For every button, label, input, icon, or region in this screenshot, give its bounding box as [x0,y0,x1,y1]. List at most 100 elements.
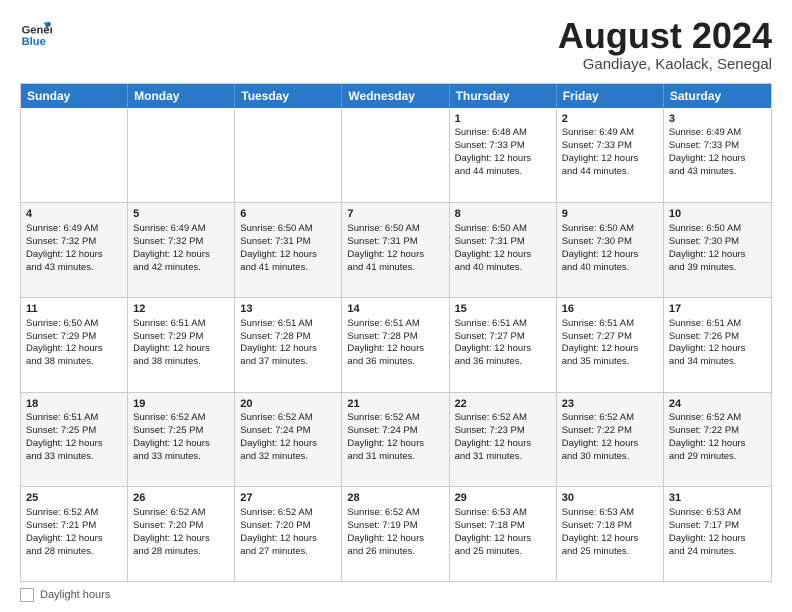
day-info: Sunrise: 6:52 AM [347,412,443,425]
day-info: Sunset: 7:22 PM [562,425,658,438]
day-info: Daylight: 12 hours [562,249,658,262]
day-info: Sunset: 7:27 PM [455,331,551,344]
day-info: Sunrise: 6:52 AM [562,412,658,425]
day-info: Daylight: 12 hours [669,438,766,451]
day-info: Daylight: 12 hours [669,153,766,166]
day-number: 10 [669,207,766,222]
day-info: Daylight: 12 hours [562,533,658,546]
day-info: Daylight: 12 hours [669,533,766,546]
day-info: and 36 minutes. [347,356,443,369]
day-info: Sunset: 7:31 PM [347,236,443,249]
day-info: Sunrise: 6:52 AM [133,412,229,425]
day-info: Sunrise: 6:48 AM [455,127,551,140]
day-info: Sunrise: 6:51 AM [669,318,766,331]
day-info: and 28 minutes. [26,546,122,559]
day-info: and 33 minutes. [26,451,122,464]
day-info: and 40 minutes. [455,262,551,275]
day-info: Sunrise: 6:49 AM [562,127,658,140]
day-info: Daylight: 12 hours [562,438,658,451]
day-info: Daylight: 12 hours [562,343,658,356]
day-info: Daylight: 12 hours [669,249,766,262]
table-row: 17Sunrise: 6:51 AMSunset: 7:26 PMDayligh… [664,298,771,392]
day-info: Sunset: 7:30 PM [562,236,658,249]
day-info: and 38 minutes. [133,356,229,369]
day-info: Sunset: 7:20 PM [240,520,336,533]
table-row: 12Sunrise: 6:51 AMSunset: 7:29 PMDayligh… [128,298,235,392]
day-number: 1 [455,112,551,127]
day-number: 21 [347,397,443,412]
calendar-week-3: 11Sunrise: 6:50 AMSunset: 7:29 PMDayligh… [21,297,771,392]
day-info: Sunrise: 6:50 AM [455,223,551,236]
logo: General Blue [20,16,52,48]
day-number: 31 [669,491,766,506]
calendar-body: 1Sunrise: 6:48 AMSunset: 7:33 PMDaylight… [21,108,771,581]
day-info: Daylight: 12 hours [26,438,122,451]
day-info: and 34 minutes. [669,356,766,369]
table-row: 26Sunrise: 6:52 AMSunset: 7:20 PMDayligh… [128,487,235,581]
table-row: 23Sunrise: 6:52 AMSunset: 7:22 PMDayligh… [557,393,664,487]
day-number: 9 [562,207,658,222]
table-row: 30Sunrise: 6:53 AMSunset: 7:18 PMDayligh… [557,487,664,581]
day-info: Sunset: 7:33 PM [669,140,766,153]
day-info: Sunrise: 6:53 AM [669,507,766,520]
day-number: 13 [240,302,336,317]
day-info: and 44 minutes. [455,166,551,179]
day-info: Sunrise: 6:52 AM [240,507,336,520]
page-title: August 2024 [558,16,772,56]
day-info: Sunset: 7:29 PM [26,331,122,344]
footer: Daylight hours [20,588,772,602]
day-info: Daylight: 12 hours [133,249,229,262]
day-info: and 25 minutes. [455,546,551,559]
cal-header-tuesday: Tuesday [235,84,342,108]
calendar-week-4: 18Sunrise: 6:51 AMSunset: 7:25 PMDayligh… [21,392,771,487]
page-subtitle: Gandiaye, Kaolack, Senegal [558,56,772,73]
svg-text:Blue: Blue [22,36,46,48]
day-info: Sunrise: 6:51 AM [347,318,443,331]
cal-header-wednesday: Wednesday [342,84,449,108]
day-number: 18 [26,397,122,412]
day-number: 28 [347,491,443,506]
day-info: Daylight: 12 hours [240,533,336,546]
page: General Blue August 2024 Gandiaye, Kaola… [0,0,792,612]
header: General Blue August 2024 Gandiaye, Kaola… [20,16,772,73]
day-info: Sunrise: 6:52 AM [669,412,766,425]
day-info: Sunrise: 6:51 AM [455,318,551,331]
day-number: 30 [562,491,658,506]
calendar-header: SundayMondayTuesdayWednesdayThursdayFrid… [21,84,771,108]
day-info: and 36 minutes. [455,356,551,369]
calendar-week-5: 25Sunrise: 6:52 AMSunset: 7:21 PMDayligh… [21,486,771,581]
cal-header-monday: Monday [128,84,235,108]
day-number: 23 [562,397,658,412]
table-row: 20Sunrise: 6:52 AMSunset: 7:24 PMDayligh… [235,393,342,487]
day-info: Sunset: 7:18 PM [455,520,551,533]
day-number: 15 [455,302,551,317]
day-number: 20 [240,397,336,412]
day-info: and 29 minutes. [669,451,766,464]
day-info: and 42 minutes. [133,262,229,275]
table-row [128,108,235,203]
daylight-label: Daylight hours [40,589,110,601]
day-info: Daylight: 12 hours [347,249,443,262]
day-info: Daylight: 12 hours [669,343,766,356]
table-row: 9Sunrise: 6:50 AMSunset: 7:30 PMDaylight… [557,203,664,297]
day-number: 17 [669,302,766,317]
day-info: and 25 minutes. [562,546,658,559]
table-row: 15Sunrise: 6:51 AMSunset: 7:27 PMDayligh… [450,298,557,392]
daylight-box [20,588,34,602]
table-row: 3Sunrise: 6:49 AMSunset: 7:33 PMDaylight… [664,108,771,203]
day-info: Daylight: 12 hours [455,533,551,546]
calendar-week-1: 1Sunrise: 6:48 AMSunset: 7:33 PMDaylight… [21,108,771,203]
table-row: 2Sunrise: 6:49 AMSunset: 7:33 PMDaylight… [557,108,664,203]
day-number: 4 [26,207,122,222]
calendar-week-2: 4Sunrise: 6:49 AMSunset: 7:32 PMDaylight… [21,202,771,297]
day-info: Sunset: 7:33 PM [455,140,551,153]
day-info: Sunset: 7:22 PM [669,425,766,438]
day-info: Sunset: 7:26 PM [669,331,766,344]
table-row: 27Sunrise: 6:52 AMSunset: 7:20 PMDayligh… [235,487,342,581]
logo-icon: General Blue [20,16,52,48]
day-info: Sunset: 7:24 PM [240,425,336,438]
cal-header-saturday: Saturday [664,84,771,108]
table-row [21,108,128,203]
day-number: 25 [26,491,122,506]
day-info: and 28 minutes. [133,546,229,559]
